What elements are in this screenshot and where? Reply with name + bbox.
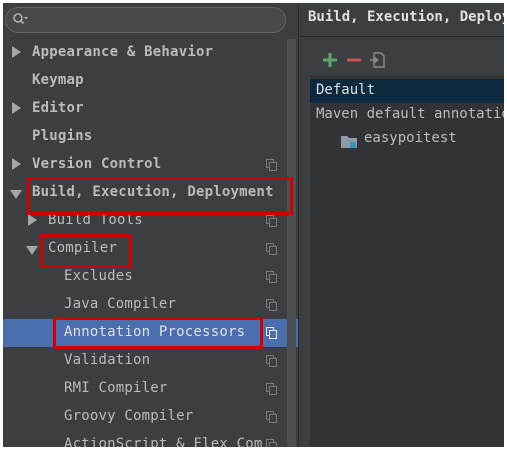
settings-window: Appearance & Behavior Keymap Editor Plug… (3, 3, 504, 447)
move-to-group-icon[interactable] (369, 51, 387, 69)
module-label: easypoitest (364, 130, 457, 146)
collapse-arrow-icon[interactable] (10, 190, 22, 199)
search-field[interactable] (5, 7, 286, 33)
tree-item-label: RMI Compiler (64, 380, 168, 396)
tree-item-editor[interactable]: Editor (3, 95, 298, 123)
profile-maven-default[interactable]: Maven default annotation processors prof… (310, 103, 504, 127)
tree-item-label: Keymap (32, 72, 84, 88)
search-input[interactable] (32, 10, 276, 32)
tree-item-version-control[interactable]: Version Control (3, 151, 298, 179)
processor-profiles-list: Default Maven default annotation process… (310, 75, 504, 447)
tree-item-groovy-compiler[interactable]: Groovy Compiler (3, 403, 298, 431)
profile-default[interactable]: Default (310, 79, 504, 103)
project-settings-icon (266, 215, 277, 227)
module-easypoitest[interactable]: easypoitest (310, 127, 504, 151)
collapse-arrow-icon[interactable] (26, 246, 38, 255)
search-icon[interactable] (12, 11, 28, 27)
project-settings-icon (266, 383, 277, 395)
expand-arrow-icon[interactable] (12, 158, 21, 170)
highlight-box-annotation-processors (53, 317, 263, 349)
tree-item-label: Java Compiler (64, 296, 177, 312)
title-divider (299, 36, 504, 37)
tree-item-validation[interactable]: Validation (3, 347, 298, 375)
highlight-box-build-execution (27, 177, 293, 215)
expand-arrow-icon[interactable] (28, 214, 37, 226)
highlight-box-compiler (40, 234, 132, 268)
tree-item-plugins[interactable]: Plugins (3, 123, 298, 151)
tree-item-label: Excludes (64, 268, 134, 284)
tree-item-label: ActionScript & Flex Compiler (64, 436, 262, 447)
tree-item-label: Groovy Compiler (64, 408, 194, 424)
project-settings-icon (266, 439, 277, 447)
minus-icon[interactable] (345, 51, 363, 69)
project-settings-icon (266, 411, 277, 423)
project-settings-icon (266, 159, 277, 171)
plus-icon[interactable] (321, 51, 339, 69)
project-settings-icon (266, 243, 277, 255)
tree-item-label: Appearance & Behavior (32, 44, 214, 60)
tree-item-java-compiler[interactable]: Java Compiler (3, 291, 298, 319)
tree-item-appearance-behavior[interactable]: Appearance & Behavior (3, 39, 298, 67)
project-settings-icon (266, 327, 277, 339)
settings-content: Build, Execution, Deployment › Compiler … (299, 3, 504, 447)
tree-item-label: Plugins (32, 128, 93, 144)
settings-sidebar: Appearance & Behavior Keymap Editor Plug… (3, 3, 298, 447)
tree-item-label: Version Control (32, 156, 162, 172)
tree-item-actionscript-flex-compiler[interactable]: ActionScript & Flex Compiler (3, 431, 298, 447)
project-settings-icon (266, 299, 277, 311)
profile-label: Default (316, 82, 376, 98)
profile-label: Maven default annotation processors prof… (316, 106, 504, 122)
tree-item-label: Validation (64, 352, 151, 368)
expand-arrow-icon[interactable] (12, 46, 21, 58)
tree-item-rmi-compiler[interactable]: RMI Compiler (3, 375, 298, 403)
project-settings-icon (266, 271, 277, 283)
tree-item-keymap[interactable]: Keymap (3, 67, 298, 95)
breadcrumb: Build, Execution, Deployment › Compiler … (308, 9, 504, 25)
tree-item-label: Editor (32, 100, 84, 116)
project-settings-icon (266, 355, 277, 367)
expand-arrow-icon[interactable] (12, 102, 21, 114)
sidebar-scrollbar[interactable] (287, 39, 296, 447)
module-folder-icon (341, 136, 357, 148)
